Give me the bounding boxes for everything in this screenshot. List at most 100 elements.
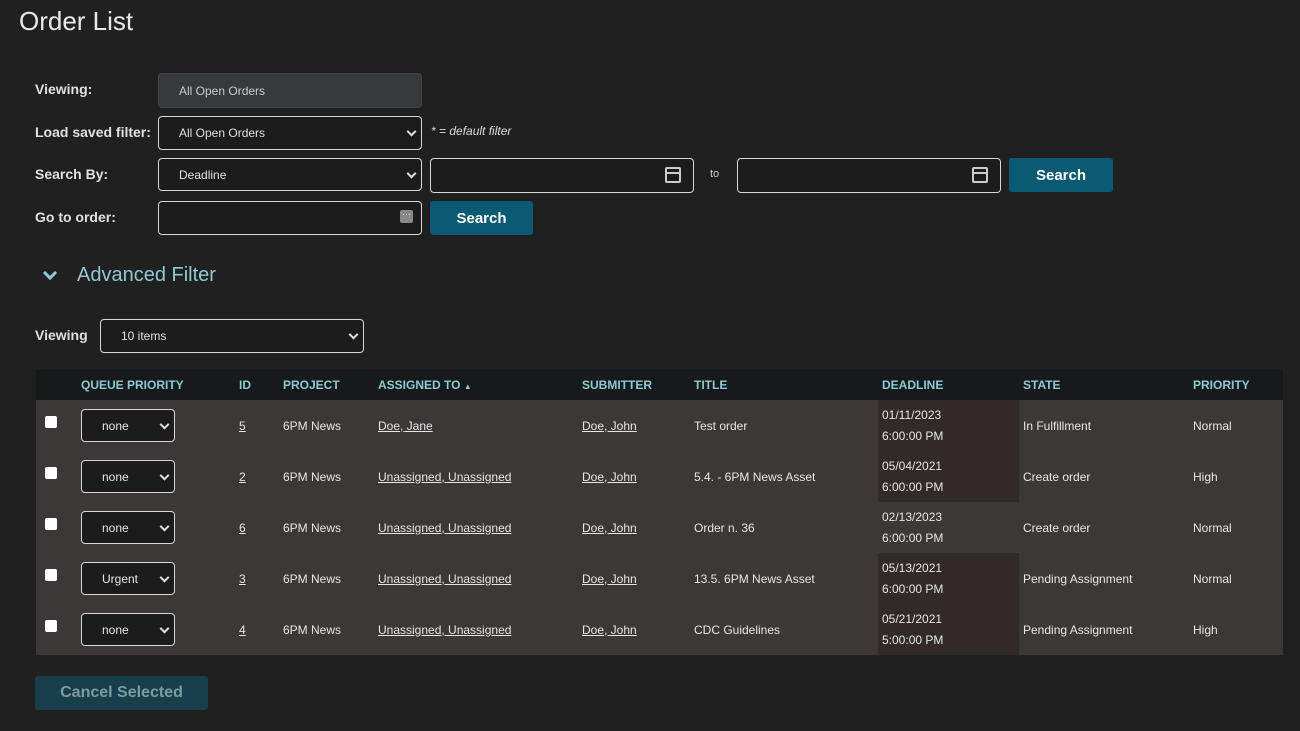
- table-header: QUEUE PRIORITY ID PROJECT ASSIGNED TO ▲ …: [36, 369, 1283, 400]
- submitter-link[interactable]: Doe, John: [582, 572, 637, 586]
- search-by-value: Deadline: [179, 167, 227, 182]
- chevron-down-icon: [42, 265, 58, 280]
- queue-priority-value: Urgent: [102, 571, 139, 586]
- viewing-value: All Open Orders: [179, 83, 266, 98]
- select-cell: [36, 400, 81, 451]
- page-size-label: Viewing: [35, 327, 88, 343]
- go-to-order-search-button[interactable]: Search: [430, 201, 533, 235]
- order-id-link[interactable]: 3: [239, 572, 246, 586]
- deadline-time: 6:00:00 PM: [882, 479, 944, 494]
- project-cell: 6PM News: [283, 451, 378, 502]
- project-cell: 6PM News: [283, 553, 378, 604]
- calendar-icon[interactable]: [972, 167, 988, 183]
- order-id-link[interactable]: 4: [239, 623, 246, 637]
- column-title[interactable]: TITLE: [694, 369, 878, 400]
- queue-priority-cell: none: [81, 502, 239, 553]
- title-cell: CDC Guidelines: [694, 604, 878, 655]
- state-cell: Create order: [1019, 451, 1193, 502]
- column-id[interactable]: ID: [239, 369, 283, 400]
- priority-cell: High: [1193, 451, 1283, 502]
- column-priority[interactable]: PRIORITY: [1193, 369, 1283, 400]
- state-cell: Pending Assignment: [1019, 604, 1193, 655]
- queue-priority-cell: none: [81, 604, 239, 655]
- column-submitter[interactable]: SUBMITTER: [582, 369, 694, 400]
- queue-priority-cell: none: [81, 451, 239, 502]
- deadline-date: 05/04/2021: [882, 458, 943, 473]
- column-project[interactable]: PROJECT: [283, 369, 378, 400]
- queue-priority-value: none: [102, 418, 129, 433]
- date-search-button[interactable]: Search: [1009, 158, 1113, 192]
- chevron-down-icon: [159, 521, 170, 532]
- column-state[interactable]: STATE: [1019, 369, 1193, 400]
- row-checkbox[interactable]: [45, 619, 57, 632]
- select-cell: [36, 502, 81, 553]
- queue-priority-select[interactable]: none: [81, 511, 175, 544]
- priority-cell: Normal: [1193, 553, 1283, 604]
- chevron-down-icon: [406, 168, 417, 179]
- order-id-link[interactable]: 6: [239, 521, 246, 535]
- sort-ascending-icon: ▲: [463, 381, 472, 391]
- select-column: [36, 369, 81, 400]
- column-deadline[interactable]: DEADLINE: [878, 369, 1019, 400]
- row-checkbox[interactable]: [45, 466, 57, 479]
- column-assigned-to[interactable]: ASSIGNED TO ▲: [378, 369, 582, 400]
- state-cell: Create order: [1019, 502, 1193, 553]
- queue-priority-cell: Urgent: [81, 553, 239, 604]
- chevron-down-icon: [159, 419, 170, 430]
- order-id-link[interactable]: 5: [239, 419, 246, 433]
- assigned-to-link[interactable]: Doe, Jane: [378, 419, 433, 433]
- search-by-select[interactable]: Deadline: [158, 158, 422, 191]
- priority-cell: High: [1193, 604, 1283, 655]
- deadline-time: 6:00:00 PM: [882, 428, 944, 443]
- title-cell: Order n. 36: [694, 502, 878, 553]
- row-checkbox[interactable]: [45, 568, 57, 581]
- column-label: ASSIGNED TO: [378, 377, 461, 392]
- saved-filter-select[interactable]: All Open Orders: [158, 116, 422, 150]
- advanced-filter-toggle[interactable]: Advanced Filter: [42, 264, 216, 287]
- calendar-icon[interactable]: [665, 167, 681, 183]
- queue-priority-select[interactable]: none: [81, 613, 175, 646]
- queue-priority-value: none: [102, 622, 129, 637]
- page-title: Order List: [19, 6, 134, 36]
- chevron-down-icon: [348, 329, 359, 340]
- priority-cell: Normal: [1193, 502, 1283, 553]
- date-from-input[interactable]: [430, 158, 694, 193]
- default-filter-note: * = default filter: [431, 124, 512, 138]
- select-cell: [36, 451, 81, 502]
- submitter-link[interactable]: Doe, John: [582, 521, 637, 535]
- deadline-cell: 01/11/2023 6:00:00 PM: [878, 400, 1019, 451]
- assigned-to-link[interactable]: Unassigned, Unassigned: [378, 521, 511, 535]
- chevron-down-icon: [159, 470, 170, 481]
- deadline-time: 6:00:00 PM: [882, 581, 944, 596]
- date-to-input[interactable]: [737, 158, 1001, 193]
- submitter-link[interactable]: Doe, John: [582, 623, 637, 637]
- column-queue-priority[interactable]: QUEUE PRIORITY: [81, 369, 239, 400]
- deadline-cell: 02/13/2023 6:00:00 PM: [878, 502, 1019, 553]
- queue-priority-select[interactable]: Urgent: [81, 562, 175, 595]
- assigned-to-link[interactable]: Unassigned, Unassigned: [378, 572, 511, 586]
- advanced-filter-label: Advanced Filter: [77, 264, 216, 286]
- chevron-down-icon: [406, 126, 417, 137]
- cancel-selected-button[interactable]: Cancel Selected: [35, 676, 208, 710]
- saved-filter-label: Load saved filter:: [35, 124, 151, 140]
- submitter-link[interactable]: Doe, John: [582, 419, 637, 433]
- order-id-link[interactable]: 2: [239, 470, 246, 484]
- page-size-select[interactable]: 10 items: [100, 319, 364, 353]
- deadline-date: 05/21/2021: [882, 611, 943, 626]
- table-row: Urgent 3 6PM News Unassigned, Unassigned…: [36, 553, 1283, 604]
- chevron-down-icon: [159, 623, 170, 634]
- state-cell: Pending Assignment: [1019, 553, 1193, 604]
- saved-filter-value: All Open Orders: [179, 126, 266, 140]
- assigned-to-link[interactable]: Unassigned, Unassigned: [378, 623, 511, 637]
- row-checkbox[interactable]: [45, 415, 57, 428]
- queue-priority-select[interactable]: none: [81, 460, 175, 493]
- queue-priority-select[interactable]: none: [81, 409, 175, 442]
- assigned-to-link[interactable]: Unassigned, Unassigned: [378, 470, 511, 484]
- go-to-order-input[interactable]: ···: [158, 201, 422, 235]
- row-checkbox[interactable]: [45, 517, 57, 530]
- viewing-field: All Open Orders: [158, 73, 422, 108]
- select-cell: [36, 553, 81, 604]
- page-size-value: 10 items: [121, 329, 167, 343]
- submitter-link[interactable]: Doe, John: [582, 470, 637, 484]
- to-label: to: [710, 168, 720, 180]
